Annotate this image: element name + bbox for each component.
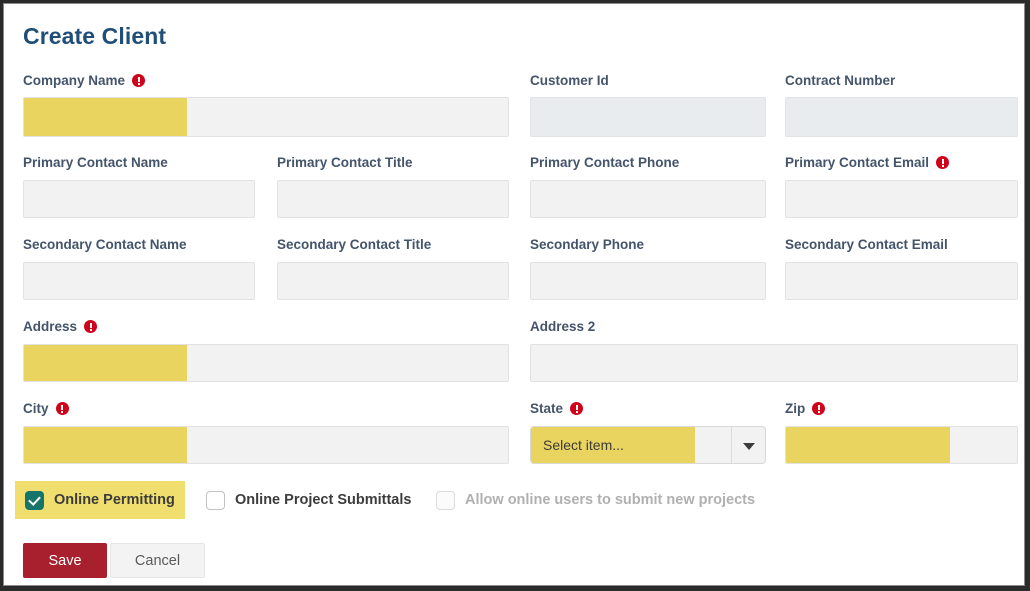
label-contract-number: Contract Number	[785, 72, 895, 89]
select-divider	[731, 427, 732, 463]
label-address-text: Address	[23, 319, 78, 334]
label-primary-contact-email: Primary Contact Email	[785, 154, 950, 171]
label-secondary-contact-title: Secondary Contact Title	[277, 236, 431, 253]
highlight-overlay	[786, 427, 950, 463]
field-secondary-contact-title: Secondary Contact Title	[277, 236, 431, 253]
label-primary-contact-phone: Primary Contact Phone	[530, 154, 679, 171]
label-secondary-phone-text: Secondary Phone	[530, 237, 645, 252]
field-primary-contact-title: Primary Contact Title	[277, 154, 413, 171]
field-primary-contact-email: Primary Contact Email	[785, 154, 950, 171]
label-company-name: Company Name	[23, 72, 146, 89]
field-state: State	[530, 400, 584, 417]
label-secondary-contact-email: Secondary Contact Email	[785, 236, 948, 253]
label-address: Address	[23, 318, 98, 335]
field-city: City	[23, 400, 69, 417]
label-address-2: Address 2	[530, 318, 595, 335]
label-contract-number-text: Contract Number	[785, 73, 896, 88]
label-customer-id: Customer Id	[530, 72, 609, 89]
input-secondary-phone[interactable]	[530, 262, 766, 300]
select-state[interactable]: Select item...	[530, 426, 766, 464]
save-button-label: Save	[48, 552, 82, 569]
label-zip: Zip	[785, 400, 826, 417]
required-alert-icon	[84, 320, 98, 333]
input-address[interactable]	[23, 344, 509, 382]
label-city: City	[23, 400, 69, 417]
input-zip[interactable]	[785, 426, 1018, 464]
chevron-down-icon[interactable]	[743, 443, 755, 450]
input-secondary-contact-email[interactable]	[785, 262, 1018, 300]
required-alert-icon	[132, 74, 146, 87]
input-primary-contact-phone[interactable]	[530, 180, 766, 218]
checkbox-unchecked-icon[interactable]	[206, 490, 225, 510]
checkbox-unchecked-disabled-icon	[436, 490, 455, 510]
save-button[interactable]: Save	[23, 543, 107, 578]
label-secondary-contact-title-text: Secondary Contact Title	[277, 237, 432, 252]
input-contract-number[interactable]	[785, 97, 1018, 137]
input-primary-contact-email[interactable]	[785, 180, 1018, 218]
highlight-overlay	[24, 427, 187, 463]
input-city[interactable]	[23, 426, 509, 464]
field-zip: Zip	[785, 400, 826, 417]
field-primary-contact-name: Primary Contact Name	[23, 154, 168, 171]
input-secondary-contact-title[interactable]	[277, 262, 509, 300]
label-city-text: City	[23, 401, 49, 416]
cancel-button-label: Cancel	[134, 552, 181, 569]
checkbox-checked-icon[interactable]	[25, 490, 44, 510]
checkbox-allow-online-users-submit-new-projects: Allow online users to submit new project…	[426, 481, 765, 519]
checkbox-online-permitting[interactable]: Online Permitting	[15, 481, 185, 519]
input-address-2[interactable]	[530, 344, 1018, 382]
required-alert-icon	[936, 156, 950, 169]
label-state: State	[530, 400, 584, 417]
label-address-2-text: Address 2	[530, 319, 596, 334]
required-alert-icon	[570, 402, 584, 415]
label-secondary-contact-name: Secondary Contact Name	[23, 236, 187, 253]
label-primary-contact-phone-text: Primary Contact Phone	[530, 155, 680, 170]
field-secondary-contact-email: Secondary Contact Email	[785, 236, 948, 253]
field-secondary-phone: Secondary Phone	[530, 236, 644, 253]
field-company-name: Company Name	[23, 72, 146, 89]
page-title: Create Client	[23, 23, 167, 49]
label-state-text: State	[530, 401, 564, 416]
select-state-value: Select item...	[543, 437, 624, 453]
required-alert-icon	[812, 402, 826, 415]
input-primary-contact-name[interactable]	[23, 180, 255, 218]
field-secondary-contact-name: Secondary Contact Name	[23, 236, 187, 253]
highlight-overlay	[24, 98, 187, 136]
label-primary-contact-title-text: Primary Contact Title	[277, 155, 413, 170]
label-customer-id-text: Customer Id	[530, 73, 609, 88]
field-address: Address	[23, 318, 98, 335]
label-primary-contact-email-text: Primary Contact Email	[785, 155, 930, 170]
label-primary-contact-name-text: Primary Contact Name	[23, 155, 168, 170]
field-address-2: Address 2	[530, 318, 595, 335]
input-customer-id[interactable]	[530, 97, 766, 137]
checkbox-online-project-submittals[interactable]: Online Project Submittals	[196, 481, 421, 519]
checkbox-allow-online-users-label: Allow online users to submit new project…	[465, 492, 756, 508]
label-secondary-contact-email-text: Secondary Contact Email	[785, 237, 948, 252]
required-alert-icon	[55, 402, 69, 415]
field-primary-contact-phone: Primary Contact Phone	[530, 154, 679, 171]
field-contract-number: Contract Number	[785, 72, 895, 89]
label-primary-contact-name: Primary Contact Name	[23, 154, 168, 171]
input-company-name[interactable]	[23, 97, 509, 137]
input-primary-contact-title[interactable]	[277, 180, 509, 218]
field-customer-id: Customer Id	[530, 72, 609, 89]
label-primary-contact-title: Primary Contact Title	[277, 154, 413, 171]
checkbox-online-permitting-label: Online Permitting	[54, 492, 175, 508]
label-secondary-phone: Secondary Phone	[530, 236, 644, 253]
create-client-form-panel: Create Client Company Name Customer Id C…	[3, 3, 1025, 586]
highlight-overlay	[24, 345, 187, 381]
label-zip-text: Zip	[785, 401, 806, 416]
input-secondary-contact-name[interactable]	[23, 262, 255, 300]
cancel-button[interactable]: Cancel	[110, 543, 205, 578]
label-secondary-contact-name-text: Secondary Contact Name	[23, 237, 187, 252]
label-company-name-text: Company Name	[23, 73, 126, 88]
checkbox-online-project-submittals-label: Online Project Submittals	[235, 492, 412, 508]
